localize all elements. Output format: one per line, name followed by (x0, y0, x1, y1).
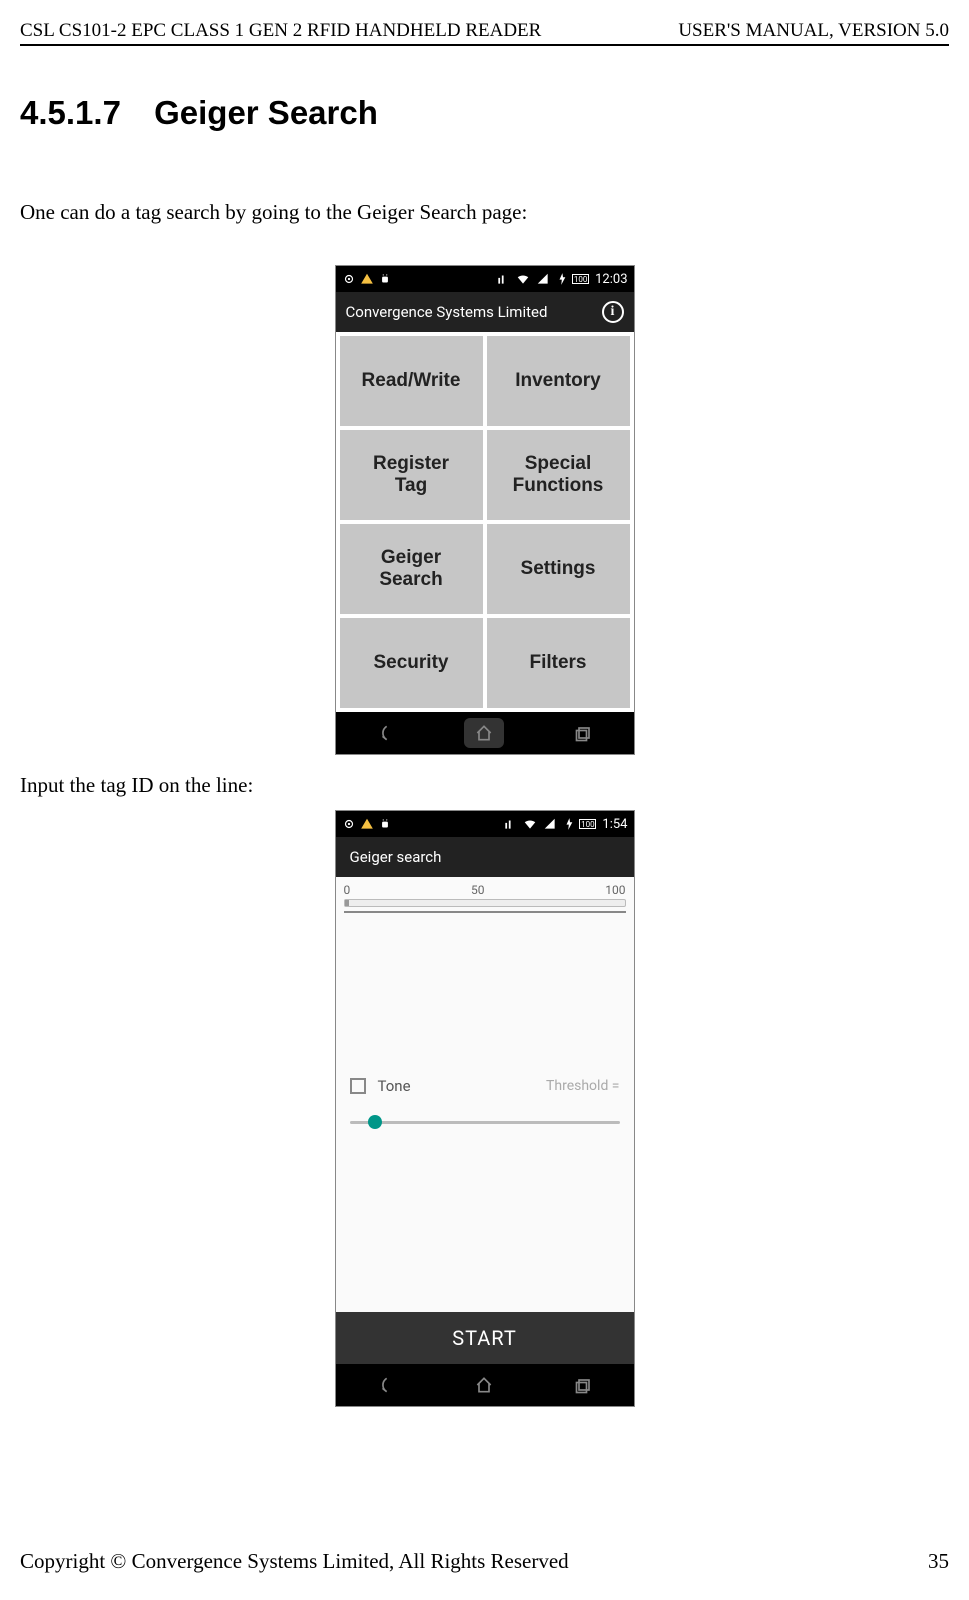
back-icon[interactable] (365, 1370, 405, 1400)
settings-button[interactable]: Settings (487, 524, 630, 614)
tone-checkbox[interactable] (350, 1078, 366, 1094)
threshold-slider[interactable] (350, 1121, 620, 1124)
app-title: Convergence Systems Limited (346, 303, 594, 321)
read-write-button[interactable]: Read/Write (340, 336, 483, 426)
signal-bar (344, 899, 626, 907)
scale-max: 100 (605, 883, 625, 897)
battery-icon: 100 (579, 819, 596, 829)
geiger-title-bar: Geiger search (336, 837, 634, 877)
section-title-text: Geiger Search (154, 94, 378, 131)
page-header: CSL CS101-2 EPC CLASS 1 GEN 2 RFID HANDH… (20, 20, 949, 46)
header-right: USER'S MANUAL, VERSION 5.0 (678, 20, 949, 42)
status-time: 12:03 (595, 272, 627, 287)
scale-min: 0 (344, 883, 351, 897)
charging-icon (556, 272, 570, 286)
android-icon (378, 817, 392, 831)
inventory-button[interactable]: Inventory (487, 336, 630, 426)
section-heading: 4.5.1.7 Geiger Search (20, 94, 949, 132)
section-number: 4.5.1.7 (20, 94, 121, 131)
app-bar: Convergence Systems Limited i (336, 292, 634, 332)
special-functions-button[interactable]: SpecialFunctions (487, 430, 630, 520)
footer-copyright: Copyright © Convergence Systems Limited,… (20, 1549, 569, 1574)
start-button[interactable]: START (336, 1312, 634, 1364)
tag-id-input[interactable] (344, 911, 626, 913)
warning-icon (360, 272, 374, 286)
network-icon (496, 272, 510, 286)
warning-icon (360, 817, 374, 831)
home-icon[interactable] (464, 1370, 504, 1400)
slider-thumb[interactable] (368, 1115, 382, 1129)
security-button[interactable]: Security (340, 618, 483, 708)
battery-icon: 100 (572, 274, 589, 284)
wifi-icon (516, 272, 530, 286)
back-icon[interactable] (365, 718, 405, 748)
intro-paragraph: One can do a tag search by going to the … (20, 200, 949, 225)
status-time-2: 1:54 (602, 817, 627, 832)
home-icon[interactable] (464, 718, 504, 748)
filters-button[interactable]: Filters (487, 618, 630, 708)
scale-mid: 50 (471, 883, 485, 897)
gps-icon (342, 817, 356, 831)
signal-icon (536, 272, 550, 286)
header-left: CSL CS101-2 EPC CLASS 1 GEN 2 RFID HANDH… (20, 20, 541, 42)
status-bar-2: 100 1:54 (336, 811, 634, 837)
main-menu-screenshot: 100 12:03 Convergence Systems Limited i … (335, 265, 635, 755)
geiger-search-button[interactable]: GeigerSearch (340, 524, 483, 614)
footer-page-number: 35 (928, 1549, 949, 1574)
signal-scale: 0 50 100 (336, 877, 634, 899)
nav-bar-2 (336, 1364, 634, 1406)
status-bar: 100 12:03 (336, 266, 634, 292)
recent-icon[interactable] (564, 718, 604, 748)
page-footer: Copyright © Convergence Systems Limited,… (20, 1549, 949, 1574)
wifi-icon (523, 817, 537, 831)
nav-bar (336, 712, 634, 754)
android-icon (378, 272, 392, 286)
gps-icon (342, 272, 356, 286)
network-icon (503, 817, 517, 831)
charging-icon (563, 817, 577, 831)
signal-icon (543, 817, 557, 831)
geiger-title: Geiger search (350, 848, 442, 866)
register-tag-button[interactable]: RegisterTag (340, 430, 483, 520)
geiger-search-screenshot: 100 1:54 Geiger search 0 50 100 Tone Thr… (335, 810, 635, 1407)
info-icon[interactable]: i (602, 301, 624, 323)
second-paragraph: Input the tag ID on the line: (20, 773, 949, 798)
threshold-label: Threshold = (546, 1078, 619, 1094)
recent-icon[interactable] (564, 1370, 604, 1400)
tone-label: Tone (378, 1077, 411, 1095)
signal-bar-fill (345, 900, 349, 906)
